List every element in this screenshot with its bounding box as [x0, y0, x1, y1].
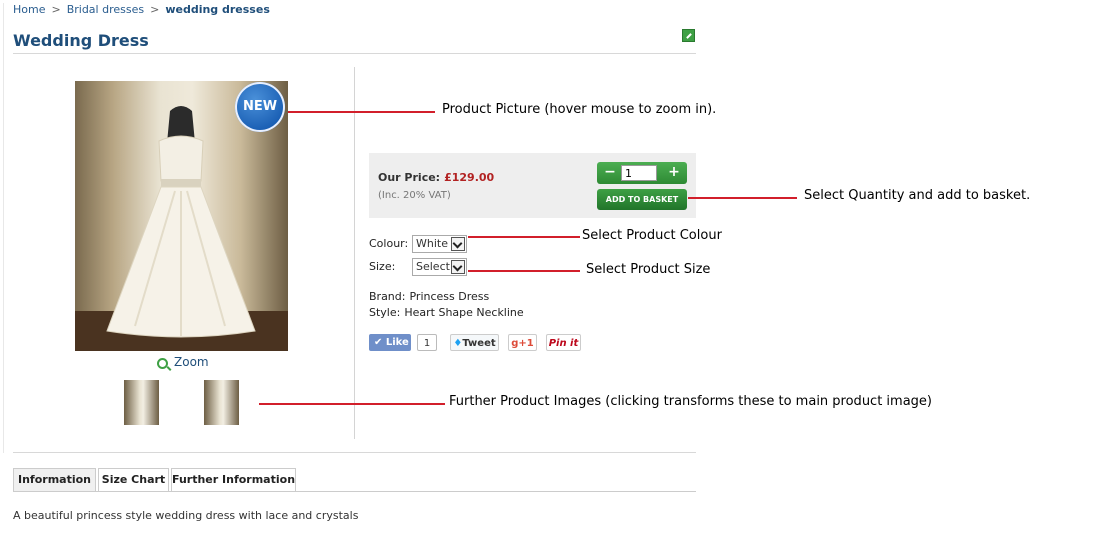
- tweet-label: Tweet: [462, 338, 496, 349]
- tweet-button[interactable]: ♦Tweet: [450, 334, 499, 351]
- colour-label: Colour:: [369, 237, 409, 250]
- style-value: Heart Shape Neckline: [404, 306, 524, 319]
- quantity-input[interactable]: [621, 165, 657, 181]
- twitter-icon: ♦: [453, 338, 463, 349]
- annotation-line-basket: [688, 197, 797, 199]
- brand-value: Princess Dress: [409, 290, 490, 303]
- left-border: [3, 3, 4, 453]
- add-to-basket-button[interactable]: ADD TO BASKET: [597, 189, 687, 210]
- breadcrumb-category-link[interactable]: Bridal dresses: [67, 3, 144, 16]
- brand-row: Brand: Princess Dress: [369, 290, 489, 303]
- breadcrumb-separator: >: [150, 3, 160, 16]
- product-thumbnail-1[interactable]: [124, 380, 159, 425]
- section-divider: [13, 452, 696, 453]
- annotation-images: Further Product Images (clicking transfo…: [449, 394, 932, 409]
- zoom-icon: [157, 358, 168, 369]
- colour-value: White: [416, 237, 448, 250]
- tab-information[interactable]: Information: [13, 468, 96, 492]
- annotation-colour: Select Product Colour: [582, 228, 722, 243]
- breadcrumb: Home > Bridal dresses > wedding dresses: [13, 3, 270, 16]
- pinterest-button[interactable]: Pin it: [546, 334, 581, 351]
- brand-label: Brand:: [369, 290, 406, 303]
- product-description: A beautiful princess style wedding dress…: [13, 509, 359, 522]
- annotation-line-size: [468, 270, 580, 272]
- colour-select[interactable]: White: [412, 235, 467, 253]
- breadcrumb-current: wedding dresses: [165, 3, 270, 16]
- page-title: Wedding Dress: [13, 31, 149, 50]
- price-label: Our Price:: [378, 171, 441, 184]
- column-divider: [354, 67, 355, 439]
- zoom-link[interactable]: Zoom: [157, 355, 209, 369]
- zoom-label: Zoom: [174, 355, 209, 369]
- google-plus-button[interactable]: g+1: [508, 334, 537, 351]
- style-row: Style: Heart Shape Neckline: [369, 306, 524, 319]
- gplus-label: +1: [518, 338, 534, 349]
- chevron-down-icon[interactable]: [451, 237, 465, 251]
- size-select[interactable]: Select:: [412, 258, 467, 276]
- chevron-down-icon[interactable]: [451, 260, 465, 274]
- style-label: Style:: [369, 306, 401, 319]
- size-label: Size:: [369, 260, 396, 273]
- price-value: £129.00: [444, 171, 495, 184]
- quantity-increase-button[interactable]: +: [663, 162, 685, 184]
- like-count: 1: [417, 334, 437, 351]
- tabs-underline: [13, 491, 696, 492]
- product-thumbnail-2[interactable]: [204, 380, 239, 425]
- size-value: Select:: [416, 260, 454, 273]
- quantity-decrease-button[interactable]: −: [599, 162, 621, 184]
- vat-note: (Inc. 20% VAT): [378, 190, 451, 201]
- annotation-line-picture: [288, 111, 435, 113]
- annotation-picture: Product Picture (hover mouse to zoom in)…: [442, 102, 717, 117]
- annotation-size: Select Product Size: [586, 262, 711, 277]
- annotation-line-images: [259, 403, 445, 405]
- like-label: Like: [385, 337, 409, 348]
- edit-icon[interactable]: [682, 29, 695, 42]
- annotation-line-colour: [468, 236, 580, 238]
- annotation-basket: Select Quantity and add to basket.: [804, 188, 1031, 203]
- facebook-like-button[interactable]: ✔ Like: [369, 334, 411, 351]
- title-divider: [13, 53, 696, 54]
- our-price: Our Price: £129.00: [378, 171, 494, 184]
- new-badge: NEW: [235, 82, 285, 132]
- quantity-stepper: − +: [597, 162, 687, 184]
- breadcrumb-home-link[interactable]: Home: [13, 3, 45, 16]
- tab-size-chart[interactable]: Size Chart: [98, 468, 169, 492]
- tab-further-information[interactable]: Further Information: [171, 468, 296, 492]
- breadcrumb-separator: >: [51, 3, 61, 16]
